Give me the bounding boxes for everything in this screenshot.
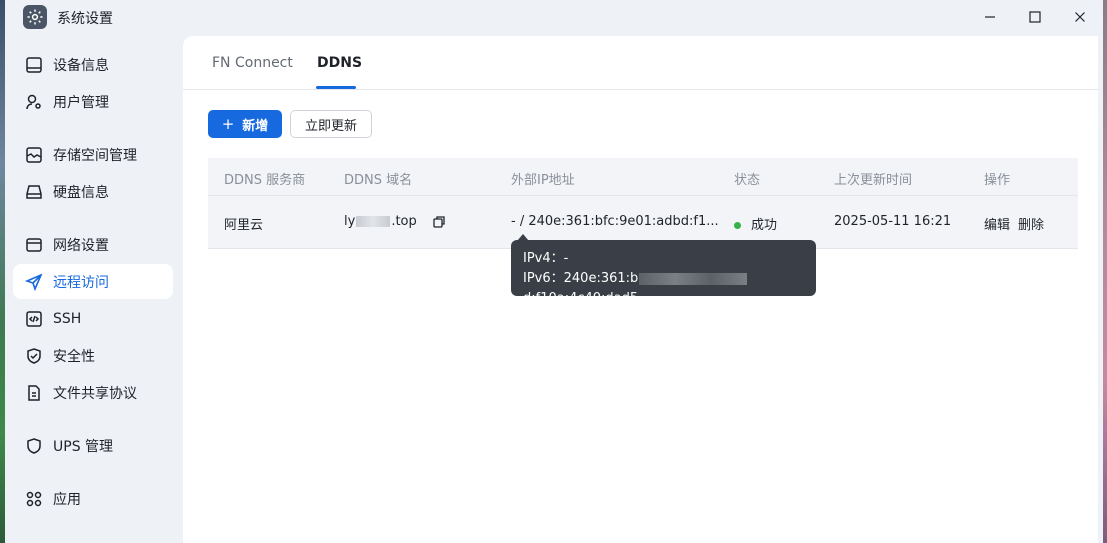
- status-dot-icon: [734, 222, 741, 229]
- sidebar-item-network[interactable]: 网络设置: [13, 227, 173, 262]
- sidebar-item-label: 存储空间管理: [53, 147, 137, 164]
- settings-window: 系统设置 设备信息 用户管理 存储空间管理 硬盘信息 网络设置 远程访问 SSH…: [5, 0, 1103, 543]
- add-button[interactable]: + 新增: [208, 110, 282, 138]
- sidebar-item-label: 文件共享协议: [53, 385, 137, 402]
- tab-bar: FN Connect DDNS: [183, 36, 1098, 90]
- sidebar-item-harddisk[interactable]: 硬盘信息: [13, 174, 173, 209]
- add-button-label: 新增: [242, 118, 269, 134]
- storage-icon: [25, 146, 43, 164]
- delete-link[interactable]: 删除: [1018, 218, 1044, 233]
- domain-suffix: .top: [391, 214, 417, 229]
- status-text: 成功: [751, 218, 778, 233]
- update-now-button[interactable]: 立即更新: [290, 110, 372, 138]
- plus-icon: +: [221, 115, 235, 133]
- settings-gear-icon: [23, 5, 47, 29]
- maximize-icon: [1029, 11, 1041, 23]
- column-header-external-ip: 外部IP地址: [511, 173, 575, 188]
- domain-prefix: ly: [344, 214, 356, 229]
- user-gear-icon: [25, 93, 43, 111]
- cell-domain: ly .top: [344, 214, 417, 229]
- cell-external-ip[interactable]: - / 240e:361:bfc:9e01:adbd:f1...: [511, 214, 719, 229]
- ipv6-prefix: IPv6：240e:361:b: [523, 271, 639, 286]
- tab-ddns[interactable]: DDNS: [317, 55, 362, 71]
- column-header-status: 状态: [734, 173, 761, 188]
- ipv6-suffix: d:f10a:4c40:dad5: [523, 291, 639, 306]
- ip-tooltip: IPv4：- IPv6：240e:361:b d:f10a:4c40:dad5: [511, 240, 816, 306]
- monitor-icon: [25, 56, 43, 74]
- sidebar-item-label: SSH: [53, 310, 82, 327]
- sidebar-item-storage[interactable]: 存储空间管理: [13, 137, 173, 172]
- column-header-provider: DDNS 服务商: [224, 173, 306, 188]
- redacted-blur: [639, 272, 748, 285]
- sidebar-item-label: 远程访问: [53, 274, 109, 291]
- sidebar-item-security[interactable]: 安全性: [13, 338, 173, 373]
- table-header: DDNS 服务商 DDNS 域名 外部IP地址 状态 上次更新时间 操作: [208, 158, 1078, 196]
- desktop-wallpaper-right: [1103, 0, 1107, 543]
- file-icon: [25, 384, 43, 402]
- tab-fn-connect[interactable]: FN Connect: [212, 55, 293, 71]
- maximize-button[interactable]: [1017, 4, 1053, 30]
- sidebar-item-user-management[interactable]: 用户管理: [13, 84, 173, 119]
- copy-icon[interactable]: [432, 215, 446, 229]
- sidebar-item-label: 硬盘信息: [53, 184, 109, 201]
- cell-status: 成功: [734, 214, 777, 233]
- harddisk-icon: [25, 183, 43, 201]
- sidebar-item-label: 网络设置: [53, 237, 109, 254]
- sidebar: 设备信息 用户管理 存储空间管理 硬盘信息 网络设置 远程访问 SSH 安全性 …: [5, 36, 183, 543]
- shield-check-icon: [25, 347, 43, 365]
- minimize-icon: [985, 16, 995, 18]
- network-icon: [25, 236, 43, 254]
- minimize-button[interactable]: [972, 4, 1008, 30]
- cell-provider: 阿里云: [224, 218, 264, 233]
- sidebar-item-device-info[interactable]: 设备信息: [13, 47, 173, 82]
- tooltip-ipv4: IPv4：-: [523, 251, 569, 266]
- cell-last-updated: 2025-05-11 16:21: [834, 214, 952, 229]
- sidebar-item-ssh[interactable]: SSH: [13, 301, 173, 336]
- column-header-actions: 操作: [984, 173, 1011, 188]
- sidebar-item-label: 设备信息: [53, 57, 109, 74]
- code-icon: [25, 310, 43, 328]
- send-icon: [25, 272, 43, 291]
- sidebar-item-file-sharing[interactable]: 文件共享协议: [13, 375, 173, 410]
- sidebar-item-remote-access[interactable]: 远程访问: [13, 264, 173, 299]
- sidebar-item-ups[interactable]: UPS 管理: [13, 428, 173, 463]
- apps-icon: [25, 490, 43, 508]
- sidebar-item-label: 应用: [53, 491, 81, 508]
- sidebar-item-label: 用户管理: [53, 94, 109, 111]
- title-bar: 系统设置: [5, 0, 1103, 36]
- sidebar-item-apps[interactable]: 应用: [13, 481, 173, 516]
- close-icon: [1075, 12, 1085, 22]
- redacted-blur: [356, 216, 391, 227]
- sidebar-item-label: UPS 管理: [53, 438, 114, 455]
- sidebar-item-label: 安全性: [53, 348, 95, 365]
- edit-link[interactable]: 编辑: [984, 218, 1010, 233]
- cell-actions: 编辑 删除: [984, 214, 1044, 233]
- window-title: 系统设置: [57, 11, 113, 27]
- close-button[interactable]: [1062, 4, 1098, 30]
- tooltip-ipv6: IPv6：240e:361:b d:f10a:4c40:dad5: [523, 269, 804, 309]
- column-header-domain: DDNS 域名: [344, 173, 413, 188]
- shield-icon: [25, 437, 43, 455]
- column-header-last-updated: 上次更新时间: [834, 173, 913, 188]
- content-panel: FN Connect DDNS + 新增 立即更新 DDNS 服务商 DDNS …: [183, 36, 1098, 543]
- active-tab-indicator: [316, 86, 356, 89]
